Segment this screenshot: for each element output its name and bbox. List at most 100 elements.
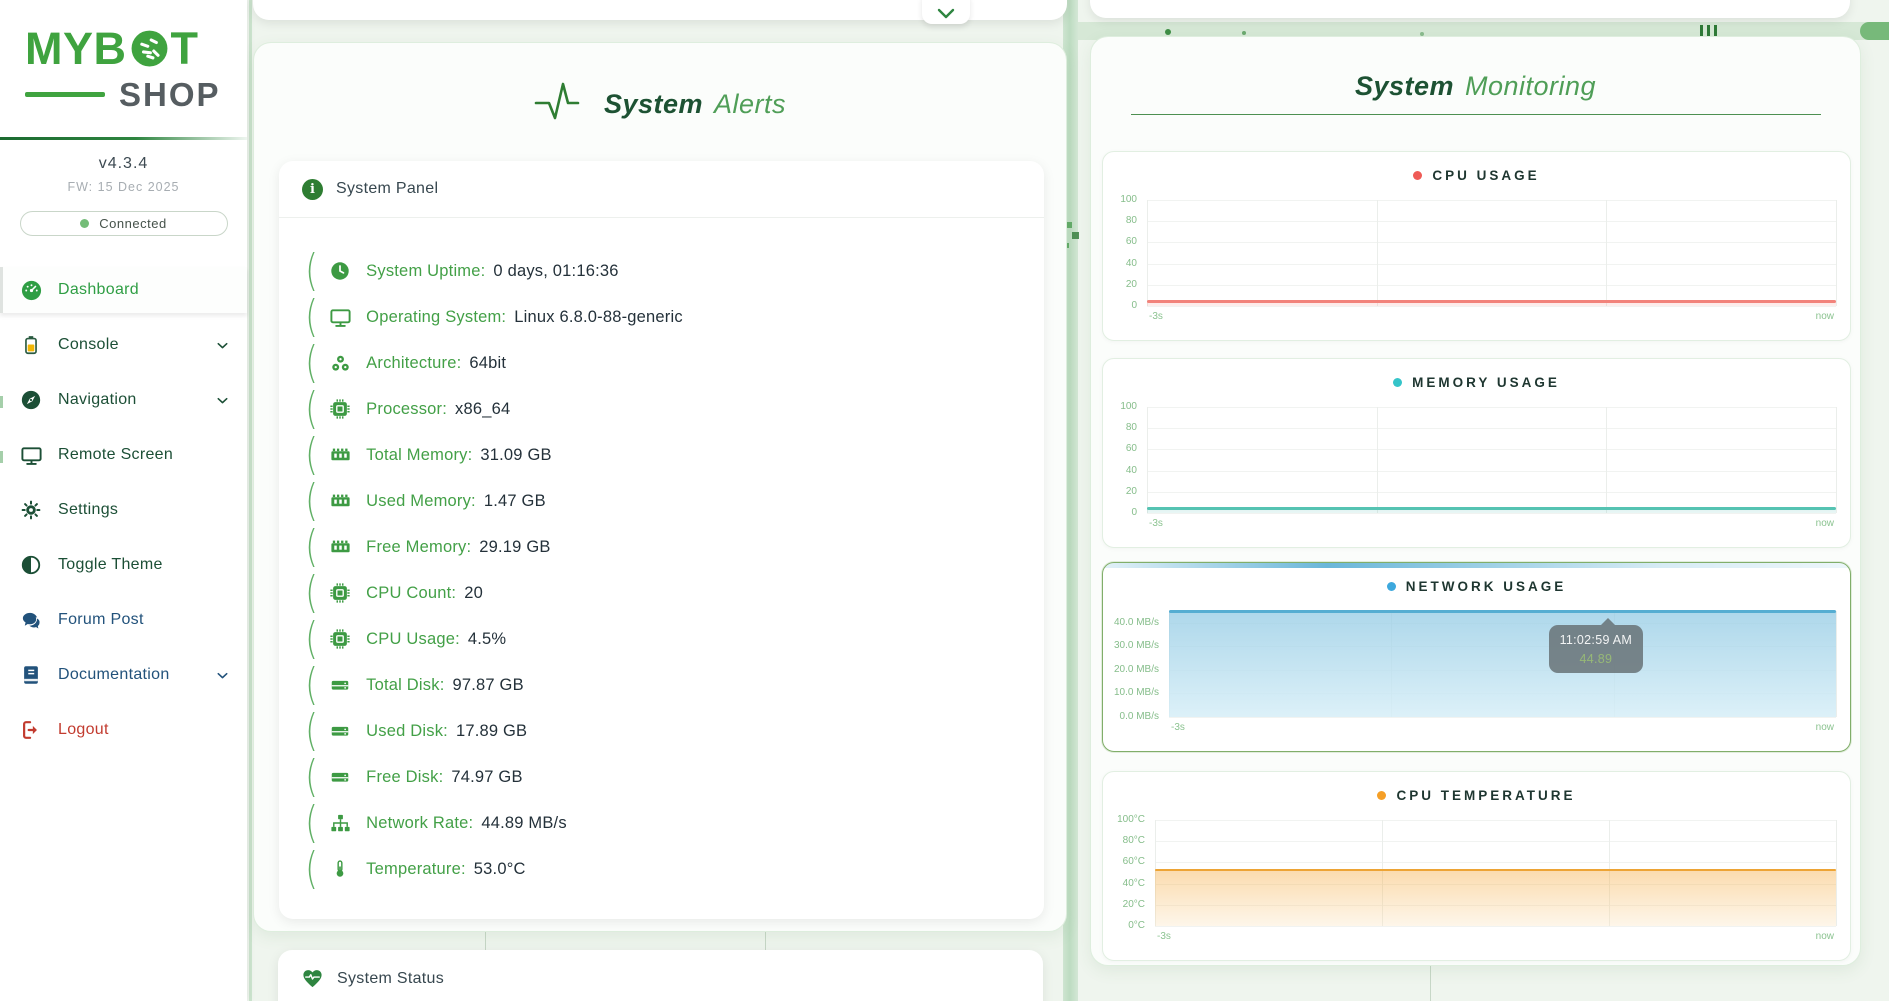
sidebar: MYBT SHOP v4.3.4 FW: 15 Dec 2025 Connect… [0, 0, 247, 1001]
system-info-row-temperature: (Temperature:53.0°C [303, 846, 1044, 892]
system-info-value: 97.87 GB [452, 676, 523, 695]
sidebar-item-navigation[interactable]: Navigation [0, 377, 247, 423]
bracket-decoration: ( [305, 481, 318, 521]
chip-icon [328, 581, 352, 605]
sidebar-item-console[interactable]: Console [0, 322, 247, 368]
chart-card-memory-usage[interactable]: MEMORY USAGE100806040200-3snow [1102, 358, 1851, 548]
sidebar-item-label: Documentation [58, 666, 170, 684]
app-version: v4.3.4 [0, 155, 247, 173]
gridline-h [1147, 264, 1836, 265]
y-axis-label: 20.0 MB/s [1103, 664, 1159, 675]
bracket-decoration: ( [305, 389, 318, 429]
gridline-v [1836, 200, 1837, 306]
sidebar-item-label: Settings [58, 501, 118, 519]
sidebar-item-label: Logout [58, 721, 109, 739]
map-marker [1860, 22, 1889, 40]
chart-tooltip: 11:02:59 AM44.89 [1549, 625, 1643, 673]
heart-pulse-icon [301, 967, 324, 990]
dashboard-page: MYBT SHOP v4.3.4 FW: 15 Dec 2025 Connect… [0, 0, 1889, 1001]
sidebar-item-toggle-theme[interactable]: Toggle Theme [0, 542, 247, 588]
gridline-v [1836, 611, 1837, 717]
sidebar-item-documentation[interactable]: Documentation [0, 652, 247, 698]
system-info-row-cpu-count: (CPU Count:20 [303, 570, 1044, 616]
chat-icon [19, 608, 43, 632]
y-axis-label: 40°C [1103, 878, 1145, 889]
map-marker [1165, 29, 1171, 35]
system-info-row-total-memory: (Total Memory:31.09 GB [303, 432, 1044, 478]
system-info-label: Free Disk: [366, 768, 443, 787]
system-info-label: System Uptime: [366, 262, 485, 281]
chart-card-network-usage[interactable]: NETWORK USAGE11:02:59 AM44.8940.0 MB/s30… [1102, 562, 1851, 752]
title-primary: System [604, 89, 703, 119]
series-line [1147, 507, 1836, 510]
y-axis-label: 60°C [1103, 856, 1145, 867]
series-fill [1169, 611, 1836, 717]
gridline-v [1377, 407, 1378, 513]
gridline-h [1155, 820, 1836, 821]
collapse-card-button[interactable] [922, 0, 970, 24]
map-marker [1242, 31, 1246, 35]
brand-text-secondary: SHOP [119, 78, 221, 111]
x-axis-label-start: -3s [1171, 722, 1185, 733]
system-panel-title: System Panel [336, 180, 438, 198]
system-panel-card: i System Panel (System Uptime:0 days, 01… [279, 161, 1044, 919]
system-info-label: CPU Usage: [366, 630, 460, 649]
map-marker [0, 396, 3, 408]
chip-icon [328, 397, 352, 421]
system-info-value: Linux 6.8.0-88-generic [514, 308, 683, 327]
series-line [1169, 610, 1836, 613]
chart-plot[interactable]: 11:02:59 AM44.89 [1169, 611, 1836, 717]
y-axis-label: 20°C [1103, 899, 1145, 910]
sidebar-item-forum-post[interactable]: Forum Post [0, 597, 247, 643]
system-info-value: 64bit [469, 354, 506, 373]
chart-plot[interactable] [1147, 407, 1836, 513]
sidebar-item-settings[interactable]: Settings [0, 487, 247, 533]
chart-title-label: CPU USAGE [1432, 168, 1539, 183]
thermometer-icon [328, 857, 352, 881]
chart-title-label: MEMORY USAGE [1412, 375, 1560, 390]
logout-icon [19, 718, 43, 742]
battery-icon [19, 333, 43, 357]
header-rule [1131, 114, 1821, 115]
gridline-v [1836, 820, 1837, 926]
x-axis-label-start: -3s [1149, 518, 1163, 529]
gear-icon [19, 498, 43, 522]
brand-logo: MYBT SHOP [25, 26, 223, 111]
system-status-header: System Status [278, 950, 1043, 1001]
chart-card-cpu-usage[interactable]: CPU USAGE100806040200-3snow [1102, 151, 1851, 341]
system-info-row-used-memory: ( Used Memory: 1.47 GB [303, 478, 1044, 524]
y-axis-label: 40 [1103, 465, 1137, 476]
gridline-h [1169, 717, 1836, 718]
clock-icon [328, 259, 352, 283]
memory-icon [328, 535, 352, 559]
chart-title: CPU TEMPERATURE [1103, 772, 1850, 803]
system-info-row-operating-system: (Operating System:Linux 6.8.0-88-generic [303, 294, 1044, 340]
y-axis-label: 80 [1103, 215, 1137, 226]
chart-plot[interactable] [1155, 820, 1836, 926]
gridline-h [1147, 428, 1836, 429]
network-icon [328, 811, 352, 835]
system-info-label: Used Memory: [366, 492, 476, 511]
brand-underline [25, 92, 105, 97]
sidebar-item-label: Navigation [58, 391, 137, 409]
pulse-icon [534, 79, 590, 130]
gridline-h [1147, 200, 1836, 201]
system-info-value: 1.47 GB [484, 492, 546, 511]
system-info-value: 29.19 GB [479, 538, 550, 557]
chart-title: MEMORY USAGE [1103, 359, 1850, 390]
brand-text-suffix: T [171, 26, 199, 71]
chart-plot[interactable] [1147, 200, 1836, 306]
map-marker [0, 451, 3, 463]
legend-dot-icon [1393, 378, 1402, 387]
chart-card-cpu-temperature[interactable]: CPU TEMPERATURE100°C80°C60°C40°C20°C0°C-… [1102, 771, 1851, 961]
system-info-value: 20 [464, 584, 483, 603]
x-axis-label-end: now [1816, 518, 1834, 529]
legend-dot-icon [1413, 171, 1422, 180]
gridline-v [1836, 407, 1837, 513]
sidebar-item-logout[interactable]: Logout [0, 707, 247, 753]
gridline-h [1147, 242, 1836, 243]
sidebar-item-remote-screen[interactable]: Remote Screen [0, 432, 247, 478]
sidebar-item-dashboard[interactable]: Dashboard [0, 267, 247, 313]
gridline-h [1147, 471, 1836, 472]
system-info-label: Network Rate: [366, 814, 473, 833]
